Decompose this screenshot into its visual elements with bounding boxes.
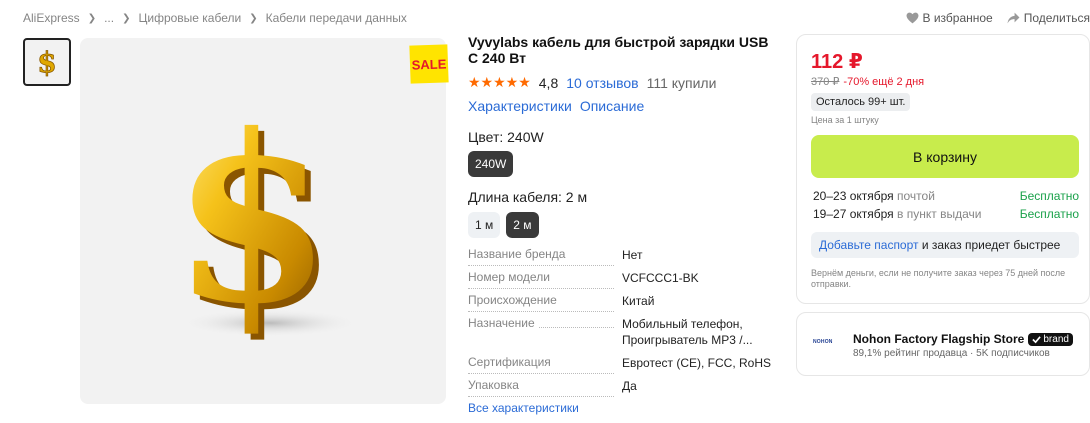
- share-label: Поделиться: [1023, 11, 1090, 25]
- spec-value-line: Мобильный телефон,: [622, 317, 743, 331]
- spec-row: Упаковка Да: [468, 378, 778, 401]
- info-tabs: Характеристики Описание: [468, 98, 778, 114]
- spec-value: Евротест (CE), FCC, RoHS: [622, 356, 771, 370]
- spec-row: Номер модели VCFCCC1-BK: [468, 270, 778, 293]
- spec-value: Китай: [622, 294, 655, 308]
- spec-row: Сертификация Евротест (CE), FCC, RoHS: [468, 355, 778, 378]
- spec-key: Упаковка: [468, 378, 523, 392]
- length-option-1m[interactable]: 1 м: [468, 212, 501, 238]
- length-option-2m[interactable]: 2 м: [506, 212, 539, 238]
- color-label: Цвет: 240W: [468, 129, 544, 145]
- delivery-date: 19–27 октября: [813, 207, 894, 221]
- chevron-right-icon: ❯: [249, 12, 258, 24]
- all-specs-link[interactable]: Все характеристики: [468, 401, 778, 415]
- favorite-button[interactable]: В избранное: [906, 11, 993, 25]
- svg-text:$: $: [37, 47, 56, 77]
- delivery-row: 19–27 октября в пункт выдачи Бесплатно: [813, 207, 1079, 221]
- spec-value: Нет: [622, 248, 643, 262]
- delivery-row: 20–23 октября почтой Бесплатно: [813, 189, 1079, 203]
- top-actions: В избранное Поделиться: [906, 11, 1090, 25]
- delivery-method: в пункт выдачи: [897, 207, 982, 221]
- delivery-cost: Бесплатно: [1019, 189, 1079, 203]
- stock-badge: Осталось 99+ шт.: [811, 93, 911, 111]
- thumbnail-image[interactable]: $: [23, 38, 71, 86]
- svg-text:$: $: [172, 85, 332, 355]
- breadcrumb-item-aliexpress[interactable]: AliExpress: [23, 11, 80, 25]
- buy-box: 112 ₽ 370 ₽ -70% ещё 2 дня Осталось 99+ ш…: [796, 34, 1090, 304]
- refund-note: Вернём деньги, если не получите заказ че…: [811, 268, 1066, 289]
- star-rating-icon: ★★★★★: [468, 74, 531, 90]
- spec-row: Происхождение Китай: [468, 293, 778, 316]
- breadcrumb-item-ellipsis[interactable]: ...: [104, 11, 114, 25]
- brand-badge: brand: [1028, 332, 1073, 346]
- sale-badge: SALE: [409, 44, 449, 84]
- store-subscribers: 5K подписчиков: [976, 348, 1050, 359]
- delivery-method: почтой: [897, 189, 935, 203]
- spec-value: Мобильный телефон, Проигрыватель MP3 /..…: [622, 316, 753, 355]
- spec-value: VCFCCC1-BK: [622, 271, 699, 285]
- share-arrow-icon: [1007, 12, 1020, 24]
- share-button[interactable]: Поделиться: [1007, 11, 1090, 25]
- spec-row: Назначение Мобильный телефон, Проигрыват…: [468, 316, 778, 355]
- discount: -70% ещё 2 дня: [843, 76, 925, 88]
- specs-list: Название бренда Нет Номер модели VCFCCC1…: [468, 247, 778, 415]
- spec-row: Название бренда Нет: [468, 247, 778, 270]
- spec-value-line: Проигрыватель MP3 /...: [622, 333, 753, 347]
- store-logo: NOHON: [813, 339, 833, 345]
- unit-note: Цена за 1 штуку: [811, 115, 879, 125]
- store-card[interactable]: NOHON Nohon Factory Flagship Store brand…: [796, 312, 1090, 376]
- breadcrumb-item-digital-cables[interactable]: Цифровые кабели: [138, 11, 241, 25]
- bought-count: 111 купили: [646, 74, 717, 91]
- price: 112 ₽: [811, 51, 863, 73]
- color-option-240w[interactable]: 240W: [468, 151, 514, 177]
- rating-row: ★★★★★ 4,8 10 отзывов 111 купили: [468, 74, 778, 91]
- heart-icon: [906, 12, 918, 24]
- breadcrumb-item-data-cables[interactable]: Кабели передачи данных: [266, 11, 407, 25]
- spec-key: Номер модели: [468, 270, 554, 284]
- spec-key: Сертификация: [468, 355, 555, 369]
- old-price-row: 370 ₽ -70% ещё 2 дня: [811, 75, 924, 88]
- spec-key: Название бренда: [468, 247, 570, 261]
- tab-characteristics[interactable]: Характеристики: [468, 98, 572, 114]
- product-title: Vyvylabs кабель для быстрой зарядки USB …: [468, 34, 769, 66]
- store-rating: 89,1% рейтинг продавца: [853, 348, 968, 359]
- spec-value: Да: [622, 379, 637, 393]
- store-name-row: Nohon Factory Flagship Store brand: [853, 332, 1073, 346]
- old-price: 370 ₽: [811, 76, 840, 88]
- add-to-cart-button[interactable]: В корзину: [811, 135, 1079, 178]
- tab-description[interactable]: Описание: [580, 98, 644, 114]
- store-name[interactable]: Nohon Factory Flagship Store: [853, 332, 1024, 346]
- spec-key: Происхождение: [468, 293, 561, 307]
- dollar-sign-icon: $ $: [172, 85, 360, 361]
- dollar-sign-icon: $: [37, 47, 57, 77]
- passport-link[interactable]: Добавьте паспорт: [819, 238, 919, 252]
- delivery-cost: Бесплатно: [1019, 207, 1079, 221]
- chevron-right-icon: ❯: [87, 12, 97, 24]
- rating-value: 4,8: [538, 74, 559, 91]
- delivery-date: 20–23 октября: [813, 189, 894, 203]
- chevron-right-icon: ❯: [122, 12, 131, 24]
- reviews-link[interactable]: 10 отзывов: [566, 75, 638, 91]
- length-label: Длина кабеля: 2 м: [468, 189, 588, 205]
- product-info: Vyvylabs кабель для быстрой зарядки USB …: [468, 34, 778, 238]
- verified-check-icon: [1032, 335, 1042, 343]
- brand-badge-label: brand: [1043, 333, 1069, 345]
- product-image[interactable]: $ $: [80, 38, 446, 404]
- store-meta: 89,1% рейтинг продавца · 5K подписчиков: [853, 348, 1050, 359]
- favorite-label: В избранное: [922, 11, 993, 25]
- spec-key: Назначение: [468, 316, 539, 330]
- passport-text: и заказ приедет быстрее: [918, 238, 1061, 252]
- breadcrumb: AliExpress ❯ ... ❯ Цифровые кабели ❯ Каб…: [23, 11, 407, 25]
- passport-banner[interactable]: Добавьте паспорт и заказ приедет быстрее: [811, 232, 1079, 258]
